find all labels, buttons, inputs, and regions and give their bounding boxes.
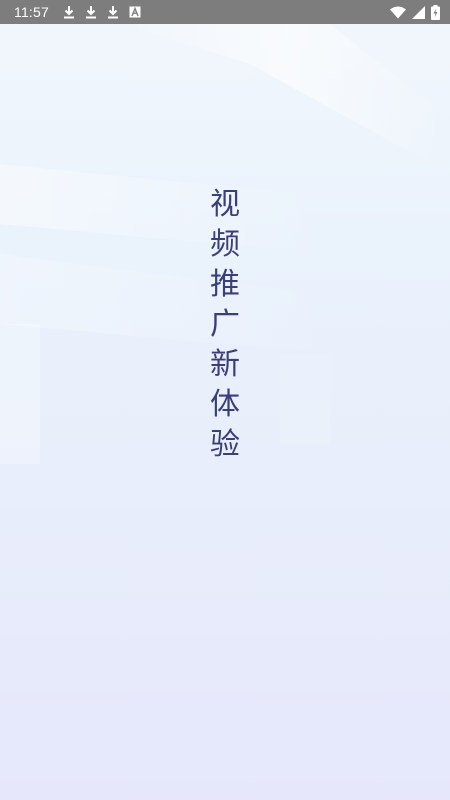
system-icons [390,4,440,20]
font-a-icon [129,6,141,18]
slogan-char: 新 [210,347,240,382]
slogan-char: 广 [210,307,240,342]
slogan-char: 频 [210,227,240,262]
notification-icons [63,5,141,19]
splash-slogan: 视 频 推 广 新 体 验 [200,185,250,465]
slogan-char: 推 [210,267,240,302]
signal-icon [412,5,425,19]
slogan-char: 视 [210,187,240,222]
download-icon [107,5,119,19]
wifi-icon [390,6,406,19]
status-bar: 11:57 [0,0,450,24]
battery-charging-icon [431,4,440,20]
status-time: 11:57 [14,4,49,20]
download-icon [63,5,75,19]
slogan-char: 体 [210,387,240,422]
download-icon [85,5,97,19]
slogan-char: 验 [210,427,240,462]
